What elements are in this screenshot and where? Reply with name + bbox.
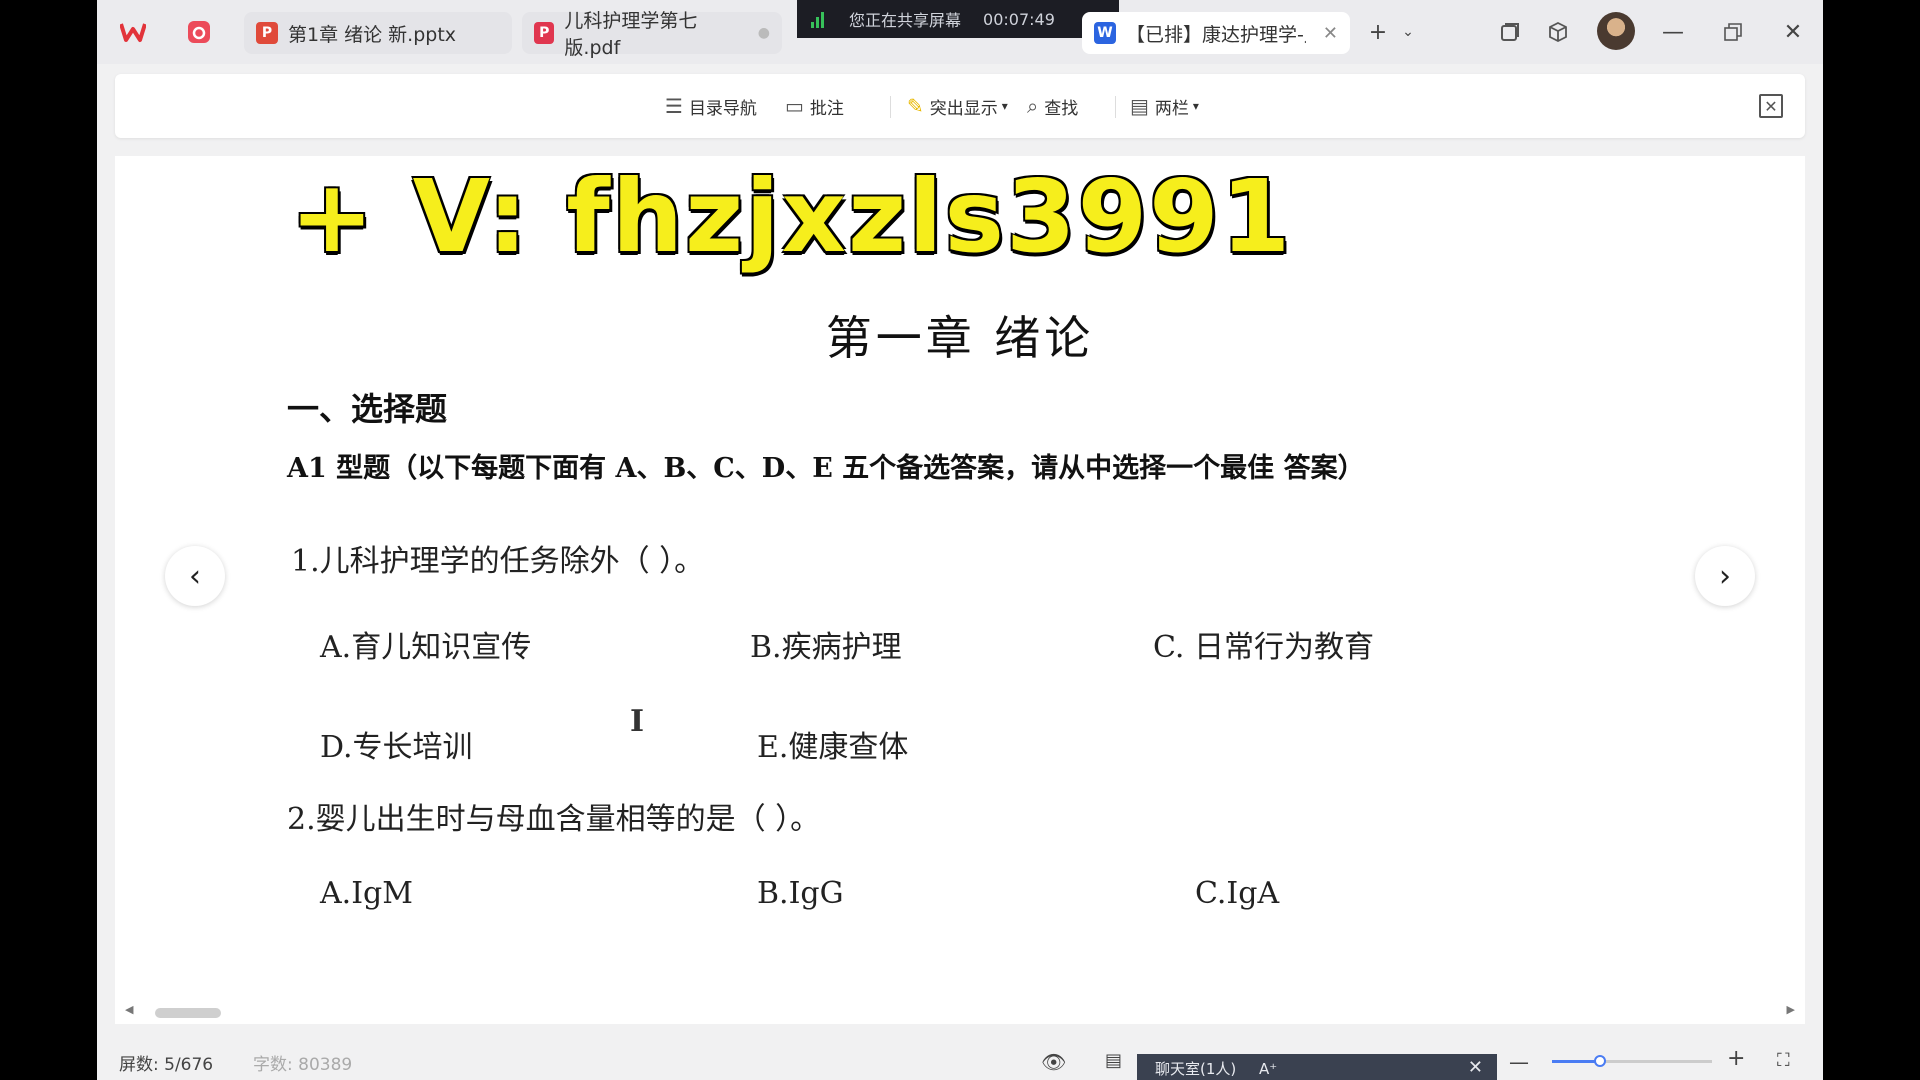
pdf-app-icon[interactable] — [181, 14, 217, 50]
window-layout-icon[interactable] — [1492, 14, 1528, 50]
close-icon[interactable]: ✕ — [1468, 1057, 1483, 1078]
tab-dot-icon: ● — [757, 25, 770, 41]
tab-doc-active[interactable]: W 【已排】康达护理学-儿 ✕ — [1082, 12, 1350, 54]
reader-toolbar: ☰ 目录导航 ▭ 批注 ✎ 突出显示 ▾ ⌕ 查找 ▤ 两栏 ▾ ✕ — [115, 74, 1805, 138]
doc-icon: W — [1094, 22, 1116, 44]
highlight-label: 突出显示 — [929, 98, 998, 119]
chevron-down-icon[interactable]: ⌄ — [1390, 14, 1426, 50]
screen-share-bar[interactable]: 您正在共享屏幕 00:07:49 ⌄ — [797, 0, 1119, 38]
fullscreen-icon[interactable]: ⛶ — [1777, 1050, 1790, 1071]
signal-icon — [811, 10, 831, 28]
highlighter-icon: ✎ — [907, 94, 924, 118]
find-button[interactable]: ⌕ 查找 — [1027, 92, 1078, 120]
close-window-icon[interactable]: ✕ — [1775, 14, 1811, 50]
close-tab-icon[interactable]: ✕ — [1323, 23, 1338, 44]
comment-icon: ▭ — [785, 94, 804, 118]
exit-reader-icon[interactable]: ✕ — [1759, 94, 1783, 118]
word-count: 字数: 80389 — [253, 1055, 353, 1075]
find-label: 查找 — [1044, 98, 1079, 119]
text-cursor-icon: I — [630, 704, 645, 739]
q1-option-c: C. 日常行为教育 — [1153, 630, 1374, 665]
instruction-text: A1 型题（以下每题下面有 A、B、C、D、E 五个备选答案，请从中选择一个最佳… — [287, 453, 1365, 484]
tab-pptx[interactable]: P 第1章 绪论 新.pptx — [244, 12, 512, 54]
watermark-text: + V: fhzjxzls3991 — [290, 158, 1293, 275]
tab-pdf[interactable]: P 儿科护理学第七版.pdf ● — [522, 10, 782, 59]
search-icon: ⌕ — [1027, 94, 1039, 118]
font-size-icon[interactable]: A⁺ — [1259, 1060, 1277, 1078]
q2-option-b: B.IgG — [757, 876, 844, 911]
zoom-in-icon[interactable]: + — [1727, 1046, 1745, 1071]
divider — [890, 96, 891, 118]
wps-logo-icon[interactable] — [115, 14, 151, 50]
list-icon: ☰ — [665, 94, 683, 118]
eye-icon[interactable]: 👁 — [1041, 1050, 1066, 1074]
tab-label: 儿科护理学第七版.pdf — [564, 10, 698, 59]
minimize-icon[interactable]: — — [1655, 14, 1691, 50]
tab-label: 第1章 绪论 新.pptx — [288, 23, 457, 46]
two-column-button[interactable]: ▤ 两栏 ▾ — [1130, 92, 1199, 120]
pdf-icon: P — [534, 22, 555, 44]
chevron-down-icon: ▾ — [1192, 99, 1199, 113]
q1-option-b: B.疾病护理 — [750, 630, 902, 665]
toc-nav-button[interactable]: ☰ 目录导航 — [665, 92, 757, 120]
q1-option-d: D.专长培训 — [320, 730, 473, 765]
chat-room-panel[interactable]: 聊天室(1人) A⁺ ✕ — [1137, 1054, 1497, 1080]
page-icon: ▤ — [1130, 94, 1149, 118]
q1-option-e: E.健康查体 — [757, 730, 909, 765]
cube-icon[interactable] — [1540, 14, 1576, 50]
chevron-right-icon: › — [1719, 558, 1731, 594]
chevron-left-icon: ‹ — [189, 558, 201, 594]
divider — [1115, 96, 1116, 118]
chapter-title: 第一章 绪论 — [825, 311, 1095, 365]
zoom-knob[interactable] — [1594, 1055, 1606, 1067]
restore-icon[interactable] — [1715, 14, 1751, 50]
app-window: P 第1章 绪论 新.pptx P 儿科护理学第七版.pdf ● 您正在共享屏幕… — [97, 0, 1823, 1080]
screen-count: 屏数: 5/676 — [119, 1055, 214, 1075]
tab-label: 【已排】康达护理学-儿 — [1126, 23, 1306, 46]
next-page-button[interactable]: › — [1695, 546, 1755, 606]
scroll-left-icon[interactable]: ◀ — [125, 1003, 133, 1016]
scroll-right-icon[interactable]: ▶ — [1787, 1003, 1795, 1016]
toc-label: 目录导航 — [688, 98, 757, 119]
chat-label: 聊天室(1人) — [1155, 1060, 1237, 1078]
q2-option-c: C.IgA — [1195, 876, 1280, 911]
document-page: + V: fhzjxzls3991 第一章 绪论 一、选择题 A1 型题（以下每… — [115, 156, 1805, 1024]
question-2: 2.婴儿出生时与母血含量相等的是（ ）。 — [287, 802, 821, 837]
prev-page-button[interactable]: ‹ — [165, 546, 225, 606]
status-bar: 屏数: 5/676 字数: 80389 👁 ▤ 聊天室(1人) A⁺ ✕ — +… — [97, 1040, 1823, 1080]
share-timer: 00:07:49 — [983, 9, 1055, 29]
q2-option-a: A.IgM — [320, 876, 413, 911]
highlight-button[interactable]: ✎ 突出显示 ▾ — [907, 92, 1008, 120]
comment-button[interactable]: ▭ 批注 — [785, 92, 844, 120]
page-view-icon[interactable]: ▤ — [1105, 1050, 1122, 1071]
ppt-icon: P — [256, 22, 278, 44]
chevron-down-icon: ▾ — [1001, 99, 1008, 113]
horizontal-scrollbar[interactable] — [155, 1008, 221, 1018]
section-heading: 一、选择题 — [287, 390, 448, 428]
q1-option-a: A.育儿知识宣传 — [320, 630, 532, 665]
question-1: 1.儿科护理学的任务除外（ ）。 — [291, 544, 705, 579]
user-avatar[interactable] — [1597, 12, 1635, 50]
zoom-slider[interactable] — [1552, 1055, 1712, 1067]
zoom-out-icon[interactable]: — — [1509, 1050, 1529, 1074]
tab-bar: P 第1章 绪论 新.pptx P 儿科护理学第七版.pdf ● 您正在共享屏幕… — [97, 0, 1823, 64]
comment-label: 批注 — [809, 98, 844, 119]
share-text: 您正在共享屏幕 — [849, 11, 962, 30]
zoom-fill — [1552, 1060, 1600, 1063]
columns-label: 两栏 — [1154, 98, 1189, 119]
